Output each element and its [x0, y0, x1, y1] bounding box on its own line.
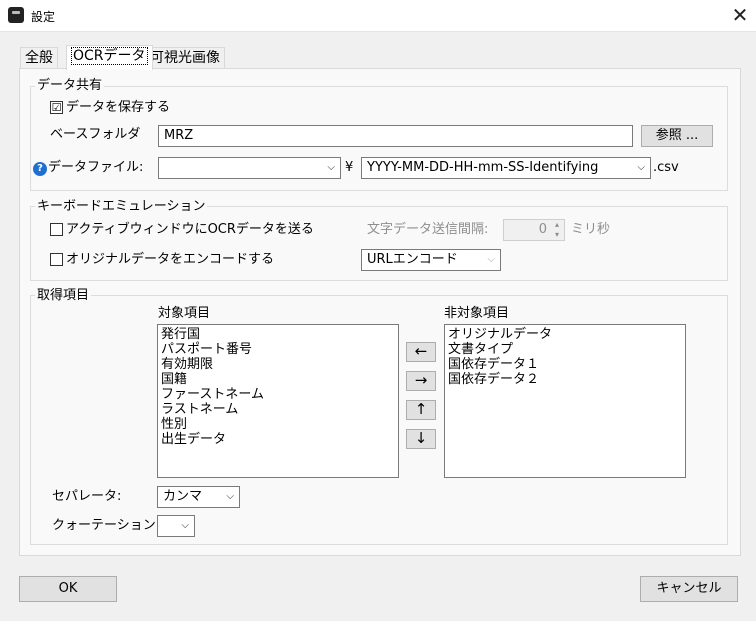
file-extension: .csv — [653, 160, 679, 175]
chevron-down-icon: ⌵ — [487, 254, 495, 265]
target-items-list[interactable]: 発行国 パスポート番号 有効期限 国籍 ファーストネーム ラストネーム 性別 出… — [157, 324, 399, 478]
move-down-button[interactable]: ↓ — [406, 429, 436, 449]
data-file-name-value: YYYY-MM-DD-HH-mm-SS-Identifying — [367, 160, 599, 175]
chevron-down-icon: ⌵ — [327, 162, 335, 173]
interval-unit: ミリ秒 — [571, 222, 611, 237]
data-file-name-select[interactable]: YYYY-MM-DD-HH-mm-SS-Identifying ⌵ — [361, 157, 651, 179]
data-sharing-legend: データ共有 — [35, 78, 105, 94]
nontarget-header: 非対象項目 — [444, 306, 510, 321]
list-item[interactable]: 国依存データ２ — [448, 372, 682, 387]
list-item[interactable]: 国籍 — [161, 372, 395, 387]
tab-ocr-data-label: OCRデータ — [71, 47, 148, 65]
send-ocr-label: アクティブウィンドウにOCRデータを送る — [66, 222, 314, 237]
list-item[interactable]: ラストネーム — [161, 402, 395, 417]
nontarget-items-list[interactable]: オリジナルデータ 文書タイプ 国依存データ１ 国依存データ２ — [444, 324, 686, 478]
move-up-button[interactable]: ↑ — [406, 400, 436, 420]
list-item[interactable]: 発行国 — [161, 327, 395, 342]
save-data-checkbox[interactable]: ☑ — [50, 101, 63, 114]
chevron-down-icon: ⌵ — [637, 162, 645, 173]
list-item[interactable]: 出生データ — [161, 432, 395, 447]
quotation-select[interactable]: ⌵ — [157, 515, 195, 537]
list-item[interactable]: オリジナルデータ — [448, 327, 682, 342]
fields-legend: 取得項目 — [35, 288, 92, 304]
send-interval-label: 文字データ送信間隔: — [367, 222, 489, 237]
close-icon[interactable]: ✕ — [728, 2, 752, 28]
title-bar — [0, 0, 756, 32]
encode-checkbox[interactable] — [50, 253, 63, 266]
list-item[interactable]: 性別 — [161, 417, 395, 432]
encoding-select[interactable]: URLエンコード ⌵ — [361, 249, 501, 271]
separator-value: カンマ — [163, 489, 203, 504]
quotation-label: クォーテーション: — [52, 518, 161, 533]
base-folder-input[interactable]: MRZ — [158, 125, 633, 147]
data-file-prefix-select[interactable]: ⌵ — [158, 157, 341, 179]
app-icon — [8, 7, 24, 23]
base-folder-label: ベースフォルダ — [50, 127, 141, 142]
browse-button[interactable]: 参照 ... — [641, 125, 713, 147]
help-icon[interactable]: ? — [33, 162, 47, 176]
move-left-button[interactable]: ← — [406, 342, 436, 362]
list-item[interactable]: ファーストネーム — [161, 387, 395, 402]
window-title: 設定 — [31, 10, 56, 24]
encode-label: オリジナルデータをエンコードする — [66, 252, 275, 267]
data-file-label: データファイル: — [48, 160, 144, 175]
tab-general[interactable]: 全般 — [20, 47, 58, 69]
chevron-down-icon: ⌵ — [226, 491, 234, 502]
spin-down-icon[interactable]: ▾ — [550, 230, 564, 240]
tab-ocr-data[interactable]: OCRデータ — [66, 45, 153, 70]
target-header: 対象項目 — [158, 306, 211, 321]
list-item[interactable]: 有効期限 — [161, 357, 395, 372]
cancel-button[interactable]: キャンセル — [640, 576, 738, 602]
tab-visible-image[interactable]: 可視光画像 — [145, 47, 225, 69]
list-item[interactable]: 国依存データ１ — [448, 357, 682, 372]
spin-up-icon[interactable]: ▴ — [550, 220, 564, 230]
list-item[interactable]: 文書タイプ — [448, 342, 682, 357]
move-right-button[interactable]: → — [406, 371, 436, 391]
send-ocr-checkbox[interactable] — [50, 223, 63, 236]
path-separator: ¥ — [345, 160, 354, 175]
list-item[interactable]: パスポート番号 — [161, 342, 395, 357]
separator-select[interactable]: カンマ ⌵ — [157, 486, 240, 508]
separator-label: セパレータ: — [52, 489, 122, 504]
ok-button[interactable]: OK — [19, 576, 117, 602]
chevron-down-icon: ⌵ — [181, 520, 189, 531]
encoding-value: URLエンコード — [367, 252, 458, 267]
save-data-label: データを保存する — [66, 100, 171, 115]
keyboard-emulation-legend: キーボードエミュレーション — [35, 199, 208, 215]
